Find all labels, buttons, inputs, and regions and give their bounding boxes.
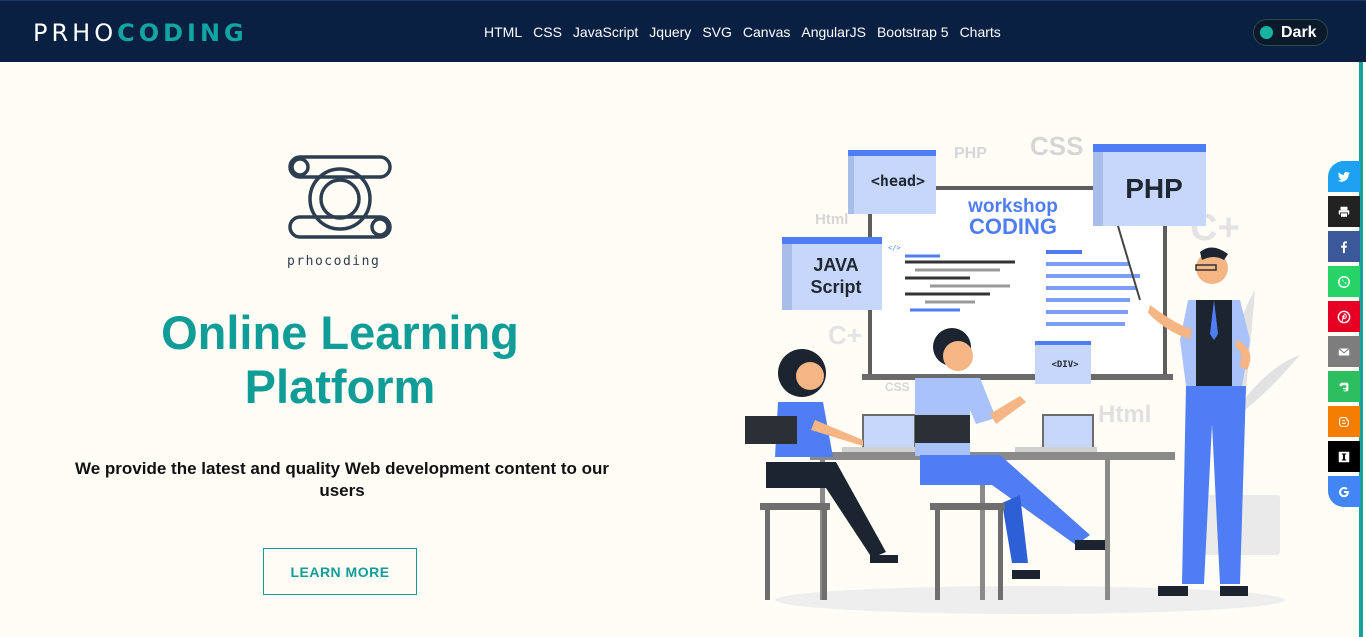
card-div-text: <DIV> <box>1051 360 1079 370</box>
learn-more-button[interactable]: LEARN MORE <box>263 548 417 595</box>
chair-2 <box>915 415 1005 600</box>
board-title-coding: CODING <box>969 214 1057 239</box>
nav-link-bootstrap5[interactable]: Bootstrap 5 <box>877 24 949 40</box>
dark-mode-toggle[interactable]: Dark <box>1253 19 1328 46</box>
card-js-line1: JAVA <box>813 255 858 275</box>
hero-headline: Online Learning Platform <box>110 306 570 414</box>
share-print-button[interactable] <box>1328 196 1360 227</box>
php-card: PHP <box>1093 144 1206 226</box>
prhocoding-logo-icon <box>288 155 392 239</box>
evernote-icon <box>1339 382 1349 391</box>
toggle-label: Dark <box>1281 23 1317 41</box>
bg-text-css: CSS <box>1030 131 1083 161</box>
share-evernote-button[interactable] <box>1328 371 1360 402</box>
nav-link-svg[interactable]: SVG <box>702 24 732 40</box>
headline-line-2: Platform <box>244 360 436 413</box>
bg-text-html-big: Html <box>1098 401 1151 428</box>
share-pinterest-button[interactable] <box>1328 301 1360 332</box>
brand-logo[interactable]: PRHOCODING <box>33 19 248 47</box>
brand-part1: PRHO <box>33 19 118 47</box>
card-php-text: PHP <box>1125 173 1183 204</box>
hero-subtext: We provide the latest and quality Web de… <box>75 459 609 500</box>
nav-link-html[interactable]: HTML <box>484 24 522 40</box>
nav-link-css[interactable]: CSS <box>533 24 562 40</box>
instapaper-icon <box>1338 451 1350 462</box>
print-icon <box>1338 206 1350 218</box>
bg-text-css-small: CSS <box>885 380 910 394</box>
floor-shadow <box>775 586 1285 614</box>
bg-text-html: Html <box>815 211 848 228</box>
share-email-button[interactable] <box>1328 336 1360 367</box>
pinterest-icon <box>1337 310 1351 323</box>
brand-part2: CODING <box>117 19 248 47</box>
google-icon <box>1338 486 1349 497</box>
nav-link-charts[interactable]: Charts <box>960 24 1001 40</box>
div-tag-card: <DIV> <box>1035 341 1091 384</box>
share-facebook-button[interactable] <box>1328 231 1360 262</box>
facebook-icon <box>1341 240 1347 253</box>
nav-link-canvas[interactable]: Canvas <box>743 24 790 40</box>
twitter-icon <box>1337 171 1351 182</box>
card-js-line2: Script <box>810 277 861 297</box>
headline-line-1: Online Learning <box>161 306 519 359</box>
toggle-knob-icon <box>1260 26 1273 39</box>
share-google-button[interactable] <box>1328 476 1360 507</box>
nav-link-javascript[interactable]: JavaScript <box>573 24 638 40</box>
coding-workshop-illustration: PHP CSS Html C+ C+ CSS Html workshop COD… <box>745 131 1300 614</box>
top-navbar: PRHOCODING HTML CSS JavaScript Jquery SV… <box>0 0 1366 62</box>
nav-link-jquery[interactable]: Jquery <box>649 24 691 40</box>
bg-text-cplus-left: C+ <box>828 320 862 350</box>
social-share-sidebar <box>1328 161 1360 511</box>
share-whatsapp-button[interactable] <box>1328 266 1360 297</box>
email-icon <box>1338 347 1350 355</box>
bg-text-php: PHP <box>954 145 987 162</box>
nav-link-angularjs[interactable]: AngularJS <box>801 24 866 40</box>
blogger-icon <box>1339 416 1349 427</box>
card-head-text: <head> <box>871 172 925 190</box>
head-tag-card: <head> <box>848 150 936 214</box>
whatsapp-icon <box>1338 275 1350 288</box>
share-blogger-button[interactable] <box>1328 406 1360 437</box>
code-tag-text: </> <box>888 244 901 252</box>
share-instapaper-button[interactable] <box>1328 441 1360 472</box>
logo-wordmark: prhocoding <box>287 254 381 269</box>
main-nav: HTML CSS JavaScript Jquery SVG Canvas An… <box>484 24 1012 40</box>
share-twitter-button[interactable] <box>1328 161 1360 192</box>
